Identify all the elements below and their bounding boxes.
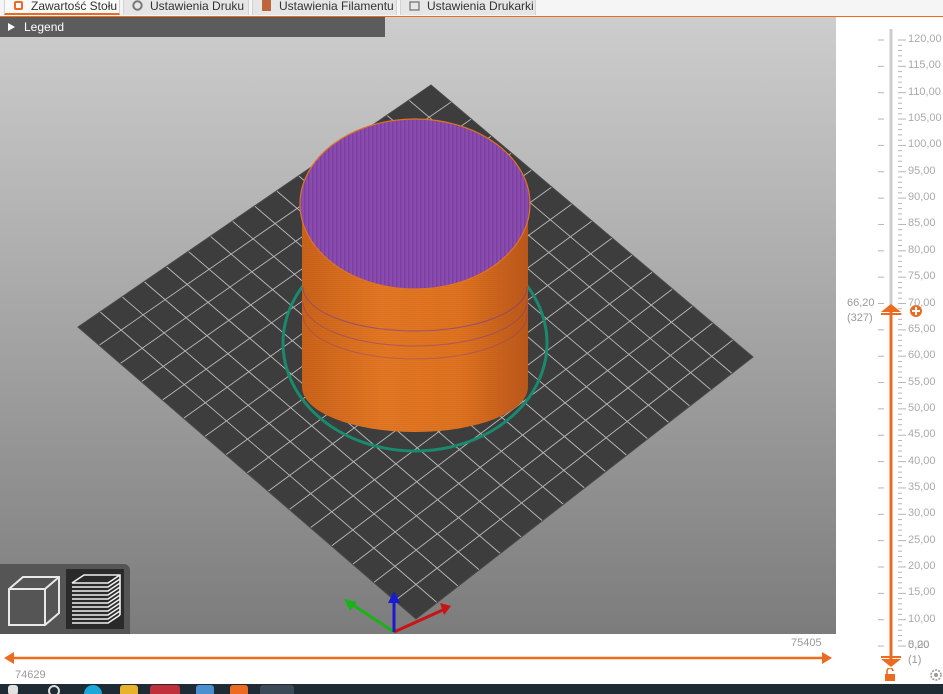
legend-toggle[interactable]: Legend: [0, 17, 385, 37]
layer-height-tick-label: 70,00: [908, 296, 936, 309]
tab-filament-settings[interactable]: Ustawienia Filamentu: [252, 0, 397, 15]
upper-thumb[interactable]: [881, 303, 901, 315]
layer-height-tick-label: 30,00: [908, 507, 936, 520]
app-icon[interactable]: [196, 685, 214, 694]
layer-height-tick-label: 50,00: [908, 401, 936, 414]
layer-height-tick-label: 120,00: [908, 33, 942, 45]
layer-height-tick-label: 100,00: [908, 138, 942, 151]
layer-height-tick-label: 110,00: [908, 85, 941, 98]
tab-label: Ustawienia Drukarki: [427, 0, 534, 13]
layer-height-tick-label: 40,00: [908, 454, 936, 467]
tab-printer-settings[interactable]: Ustawienia Drukarki: [400, 0, 536, 15]
app-icon[interactable]: [150, 685, 180, 694]
layer-height-tick-label: 60,00: [908, 349, 936, 362]
move-left-value: 74629: [15, 669, 46, 681]
tab-print-settings[interactable]: Ustawienia Druku: [123, 0, 249, 15]
view-toggle-panel: [0, 564, 130, 634]
upper-layer: (327): [847, 312, 873, 324]
upper-value: 66,20: [847, 297, 875, 309]
lower-layer: (1): [908, 654, 922, 666]
layer-height-tick-label: 55,00: [908, 375, 936, 388]
layer-height-tick-label: 35,00: [908, 480, 936, 493]
layer-height-tick-label: 75,00: [908, 270, 936, 283]
app-icon[interactable]: [84, 685, 102, 694]
printer-icon: [409, 0, 420, 11]
settings-cog-icon[interactable]: [929, 668, 943, 682]
layer-height-tick-label: 15,00: [908, 586, 936, 599]
plater-icon: [13, 0, 24, 10]
windows-start-icon[interactable]: [8, 685, 18, 694]
tab-bar: Zawartość Stołu Ustawienia Druku Ustawie…: [0, 0, 943, 17]
layer-height-tick-label: 45,00: [908, 428, 936, 441]
legend-label: Legend: [24, 20, 65, 34]
lower-thumb[interactable]: [881, 654, 901, 667]
lower-value: 0,20: [908, 639, 930, 651]
tab-label: Ustawienia Filamentu: [279, 0, 394, 13]
layer-height-tick-label: 85,00: [908, 217, 936, 230]
taskbar: [0, 684, 943, 694]
layer-height-tick-label: 65,00: [908, 322, 936, 335]
3d-view-icon: [8, 576, 60, 626]
spool-icon: [261, 0, 272, 11]
scene: [77, 84, 754, 634]
layer-height-tick-label: 25,00: [908, 533, 936, 546]
layer-height-tick-label: 80,00: [908, 243, 936, 256]
folder-icon[interactable]: [120, 685, 138, 694]
lock-icon[interactable]: [884, 667, 896, 682]
app-icon[interactable]: [230, 685, 248, 694]
tab-label: Ustawienia Druku: [150, 0, 245, 13]
printed-object: [299, 118, 531, 432]
layer-height-tick-label: 20,00: [908, 560, 936, 572]
layer-height-tick-label: 115,00: [908, 59, 941, 72]
move-slider[interactable]: 75405 74629: [0, 634, 836, 684]
search-icon[interactable]: [48, 685, 60, 694]
3d-view-button[interactable]: [5, 569, 63, 629]
layer-height-tick-label: 90,00: [908, 191, 936, 204]
app-icon[interactable]: [260, 685, 294, 694]
move-right-value: 75405: [791, 637, 822, 649]
move-slider-track: [4, 652, 832, 664]
preview-canvas[interactable]: Legend: [0, 17, 836, 634]
layer-height-tick-label: 10,00: [908, 612, 936, 625]
layer-height-tick-label: 105,00: [908, 112, 942, 125]
preview-layers-button[interactable]: [66, 569, 124, 629]
tab-label: Zawartość Stołu: [31, 0, 118, 13]
layer-height-tick-label: 95,00: [908, 164, 936, 177]
preview-layers-icon: [71, 574, 121, 624]
expand-triangle-icon: [8, 23, 15, 31]
tab-plater[interactable]: Zawartość Stołu: [4, 0, 120, 15]
cog-icon: [132, 0, 143, 11]
